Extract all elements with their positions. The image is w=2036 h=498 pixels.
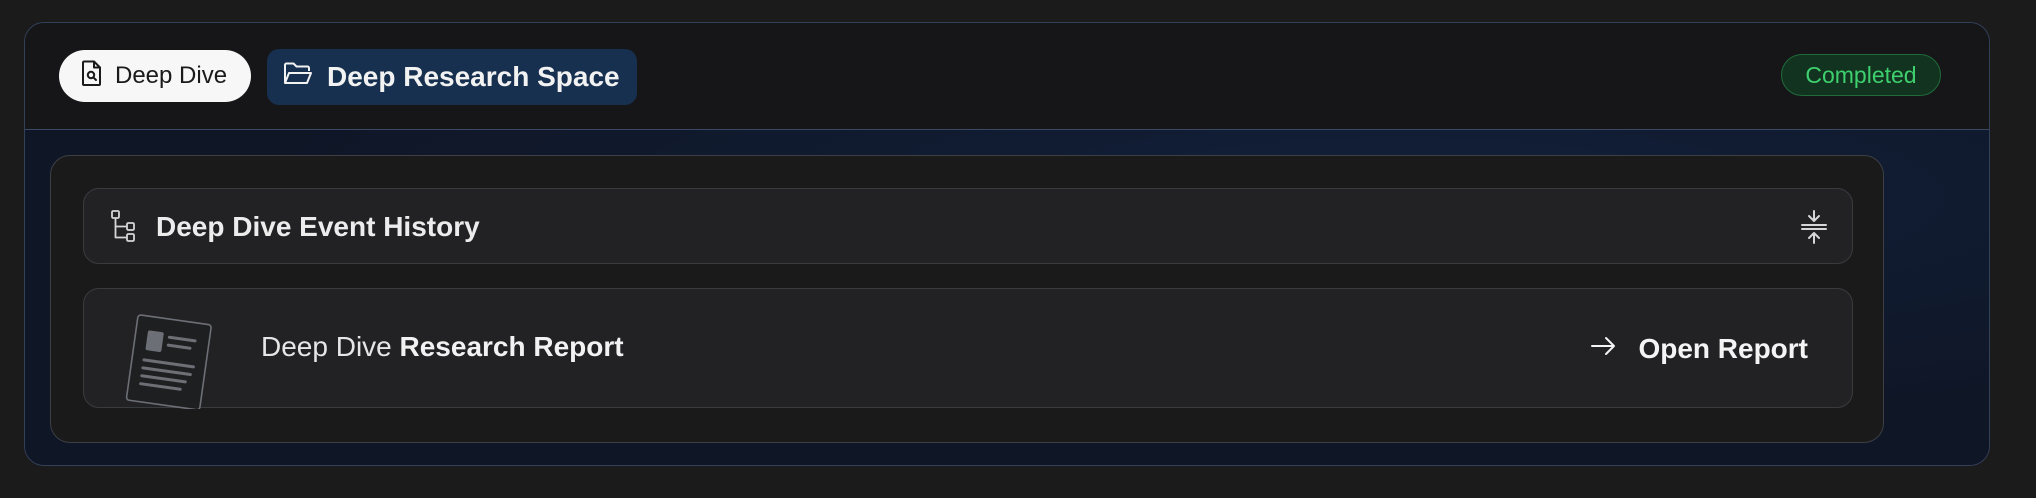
card-body: Deep Dive Event History Deep Dive Resear… (25, 130, 1989, 465)
tree-structure-icon (110, 209, 138, 248)
report-title-bold: Research Report (399, 331, 624, 362)
research-space-pill[interactable]: Deep Research Space (267, 49, 637, 105)
open-report-label: Open Report (1638, 333, 1808, 364)
event-history-label: Deep Dive Event History (156, 211, 480, 242)
deep-dive-pill[interactable]: Deep Dive (59, 50, 251, 102)
folder-open-icon (283, 61, 313, 94)
deep-dive-pill-label: Deep Dive (115, 62, 228, 89)
status-badge: Completed (1781, 54, 1941, 96)
research-report-title: Deep Dive Research Report (261, 331, 624, 363)
document-search-icon (81, 60, 103, 93)
research-report-row[interactable]: Deep Dive Research Report Open Report (83, 288, 1853, 411)
deep-dive-card: Deep Dive Deep Research Space Completed (24, 22, 1990, 466)
report-document-icon (116, 313, 216, 414)
open-report-button[interactable]: Open Report (1590, 329, 1808, 369)
event-history-row[interactable]: Deep Dive Event History (83, 188, 1853, 264)
card-header: Deep Dive Deep Research Space Completed (25, 23, 1989, 130)
arrow-right-icon (1590, 333, 1618, 365)
report-title-prefix: Deep Dive (261, 331, 392, 362)
collapse-vertical-icon[interactable] (1800, 209, 1828, 250)
content-panel: Deep Dive Event History Deep Dive Resear… (50, 155, 1884, 443)
research-space-label: Deep Research Space (327, 61, 620, 92)
